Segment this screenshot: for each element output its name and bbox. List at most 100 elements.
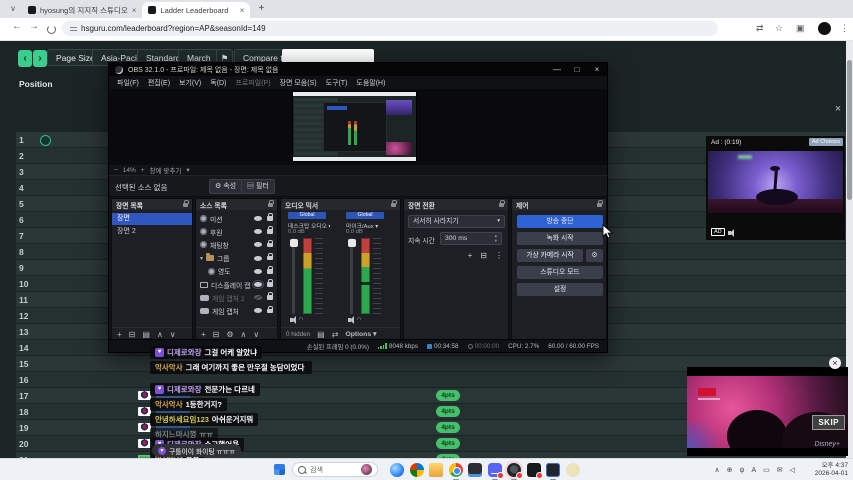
lock-icon[interactable] — [267, 239, 273, 248]
background-app-icon[interactable] — [565, 463, 580, 477]
lock-icon[interactable] — [267, 305, 273, 314]
streaming-app-icon[interactable] — [507, 463, 523, 480]
source-row[interactable]: 게임 캡처 2 — [196, 291, 277, 304]
battery-icon[interactable]: ▭ — [763, 466, 770, 474]
site-settings-icon[interactable] — [70, 25, 77, 32]
back-button[interactable]: ← — [12, 21, 22, 32]
zoom-in-button[interactable]: + — [141, 167, 145, 174]
stop-streaming-button[interactable]: 방송 중단 — [517, 215, 603, 228]
menu-item[interactable]: 보기(V) — [179, 78, 201, 88]
obs-window[interactable]: OBS 32.1.0 - 프로파일: 제목 없음 - 장면: 제목 없음 — □… — [108, 62, 608, 353]
start-recording-button[interactable]: 녹화 시작 — [517, 232, 603, 245]
source-row[interactable]: 채팅창 — [196, 238, 277, 251]
search-highlight-thumb[interactable] — [361, 464, 372, 475]
headphone-icon[interactable]: ∩ — [357, 316, 361, 322]
ad-close-icon[interactable]: × — [831, 102, 845, 116]
chat-toast-bubble[interactable]: ♥ 구틀이이 화이팅 ㅠㅠㅠ — [152, 444, 242, 457]
volume-slider-knob[interactable] — [347, 239, 356, 247]
lock-icon[interactable] — [267, 279, 273, 287]
globe-icon[interactable]: ⊕ — [727, 466, 733, 474]
menu-item[interactable]: 파일(F) — [117, 78, 139, 88]
scene-item[interactable]: 장면 2 — [112, 226, 192, 238]
ad-video-frame[interactable] — [708, 151, 843, 213]
zoom-out-button[interactable]: − — [114, 167, 118, 174]
headphone-icon[interactable]: ∩ — [299, 316, 303, 322]
source-row[interactable]: 후원 — [196, 225, 277, 238]
menu-item[interactable]: 도움말(H) — [356, 78, 385, 88]
menu-item[interactable]: 도구(T) — [326, 78, 348, 88]
source-row[interactable]: 게임 캡처 — [196, 304, 277, 317]
volume-slider[interactable] — [350, 238, 353, 314]
transition-select[interactable]: 서서히 사라지기 ▾ — [408, 215, 505, 228]
visibility-eye-icon[interactable] — [254, 255, 262, 261]
taskbar-clock[interactable]: 오후 4:37 2026-04-01 — [815, 462, 848, 478]
source-row[interactable]: 미션 — [196, 212, 277, 225]
volume-slider-knob[interactable] — [289, 239, 298, 247]
maximize-button[interactable]: □ — [567, 63, 587, 76]
fit-window-label[interactable]: 창에 맞추기 — [150, 165, 182, 175]
filters-button[interactable]: ▤ 필터 — [241, 179, 275, 194]
translate-icon[interactable]: ⇄ — [756, 23, 764, 34]
duration-spinbox[interactable]: 300 ms ▴ ▾ — [440, 232, 502, 245]
close-button[interactable]: × — [587, 63, 607, 76]
calculator-icon[interactable] — [468, 463, 482, 477]
minimize-button[interactable]: — — [547, 63, 567, 76]
browser-tab[interactable]: hyosung의 지지직 스튜디오 × — [22, 2, 142, 18]
start-virtual-camera-button[interactable]: 가상 카메라 시작 — [517, 249, 583, 262]
remove-transition-button[interactable]: ⊟ — [480, 251, 487, 260]
chat-bubble-icon[interactable]: ✉ — [777, 466, 783, 474]
new-tab-button[interactable]: + — [254, 2, 268, 16]
scrollbar-thumb[interactable] — [847, 60, 852, 200]
forward-button[interactable]: → — [29, 21, 39, 32]
url-text[interactable]: hsguru.com/leaderboard?region=AP&seasonI… — [81, 24, 266, 33]
visibility-eye-icon[interactable] — [252, 280, 264, 289]
source-row[interactable]: 영도 — [196, 265, 277, 278]
source-row[interactable]: 디스플레이 캡처 — [196, 278, 277, 291]
settings-button[interactable]: 설정 — [517, 283, 603, 296]
obs-preview-area[interactable] — [109, 89, 607, 165]
virtual-camera-config-button[interactable]: ⚙ — [586, 249, 603, 262]
ad-choices-button[interactable]: Ad Choices — [808, 138, 843, 146]
visibility-eye-icon[interactable] — [254, 308, 262, 314]
tab-close-icon[interactable]: × — [240, 6, 245, 15]
source-row[interactable]: ▾ 그룹 — [196, 252, 277, 265]
start-button[interactable] — [274, 464, 285, 475]
url-bar[interactable]: hsguru.com/leaderboard?region=AP&seasonI… — [62, 21, 718, 36]
discord-icon[interactable] — [487, 463, 504, 480]
add-transition-button[interactable]: + — [468, 251, 473, 260]
tab-close-icon[interactable]: × — [132, 6, 137, 15]
ime-korean-indicator[interactable]: A — [751, 467, 756, 474]
speaker-icon[interactable] — [348, 316, 354, 324]
properties-button[interactable]: ⚙ 속성 — [209, 179, 243, 194]
speaker-icon[interactable] — [290, 316, 296, 324]
side-panel-icon[interactable]: ▣ — [796, 23, 805, 34]
video-close-icon[interactable]: × — [829, 357, 841, 369]
menu-item[interactable]: 편집(E) — [148, 78, 170, 88]
reload-button[interactable] — [47, 25, 56, 34]
lock-icon[interactable] — [267, 253, 273, 261]
file-explorer-icon[interactable] — [429, 463, 443, 477]
muted-speaker-icon[interactable] — [728, 229, 734, 237]
fit-caret-icon[interactable]: ▾ — [186, 166, 189, 174]
visibility-eye-icon[interactable] — [254, 229, 262, 235]
profile-avatar[interactable] — [818, 22, 831, 35]
bookmark-star-icon[interactable]: ☆ — [775, 23, 783, 34]
chrome-icon[interactable] — [448, 463, 463, 480]
preview-thumbnail[interactable] — [292, 91, 417, 162]
skip-button[interactable]: SKIP — [812, 415, 845, 430]
visibility-eye-icon[interactable] — [254, 295, 262, 301]
tab-search-chevron-icon[interactable]: ∨ — [6, 2, 20, 16]
visibility-eye-icon[interactable] — [254, 216, 262, 221]
video-ad-panel[interactable]: Ad : (0:19) Ad Choices AD — [706, 136, 845, 240]
obs-icon[interactable] — [546, 463, 560, 480]
lock-icon[interactable] — [267, 226, 273, 234]
copilot-icon[interactable] — [390, 463, 404, 477]
lock-icon[interactable] — [267, 292, 273, 300]
obs-title-bar[interactable]: OBS 32.1.0 - 프로파일: 제목 없음 - 장면: 제목 없음 — □… — [109, 63, 607, 76]
mic-icon[interactable]: ψ — [739, 467, 744, 474]
visibility-eye-icon[interactable] — [254, 242, 262, 248]
chevron-up-icon[interactable]: ∧ — [714, 466, 719, 474]
menu-item[interactable]: 장면 모음(S) — [280, 78, 317, 88]
bottom-video-ad[interactable]: SKIP Disney+ — [687, 367, 848, 456]
lock-icon[interactable] — [267, 266, 273, 274]
